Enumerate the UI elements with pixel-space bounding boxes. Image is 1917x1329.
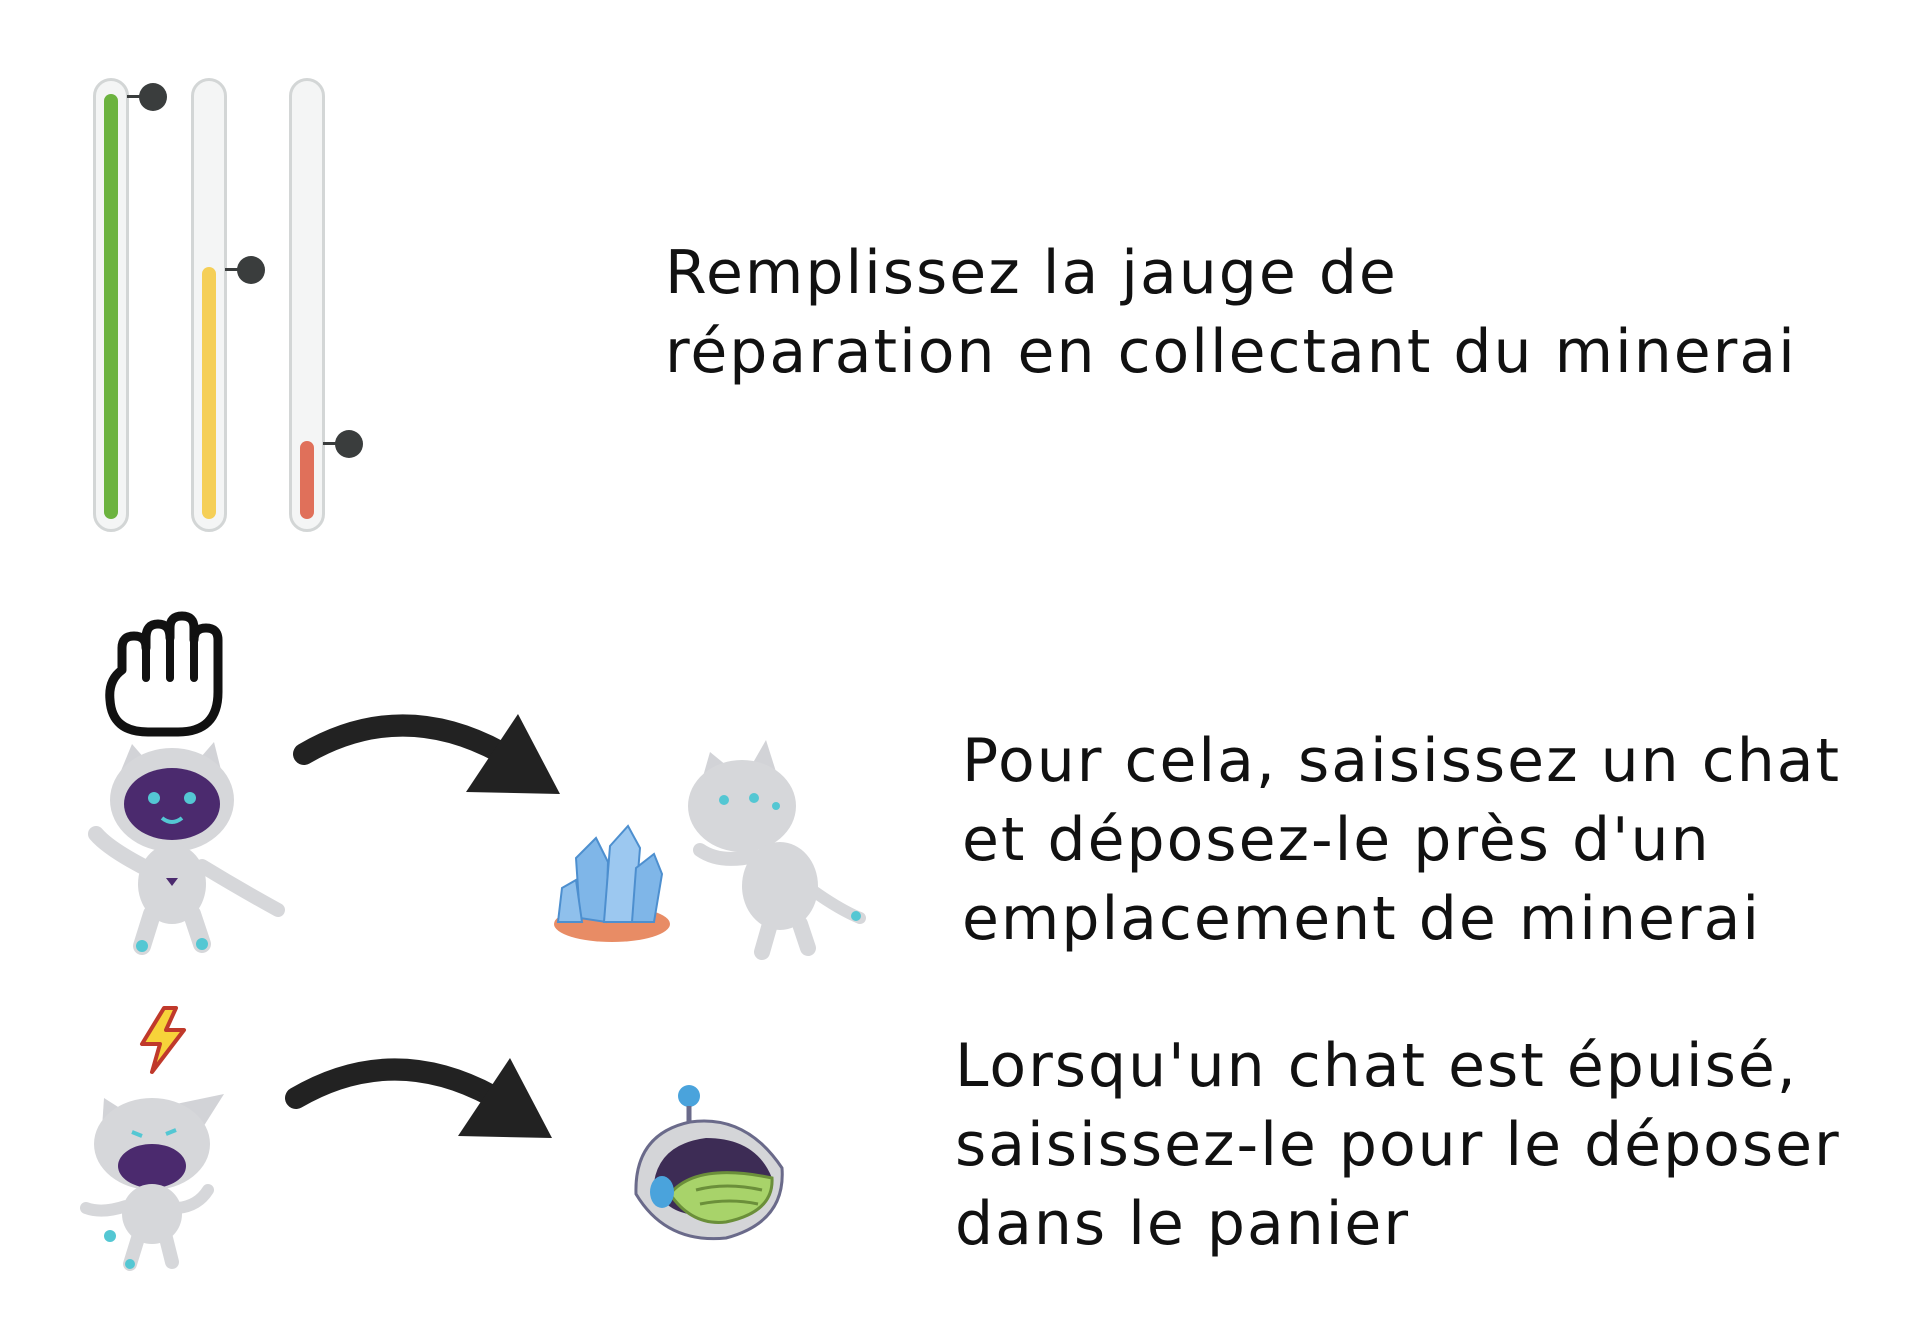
gauge-yellow-marker xyxy=(225,256,265,284)
cat-robot-body xyxy=(688,740,866,960)
instruction-line: Lorsqu'un chat est épuisé, xyxy=(955,1031,1798,1101)
gauge-green-fill xyxy=(104,94,118,519)
instruction-line: emplacement de minerai xyxy=(962,884,1762,954)
instruction-line: saisissez-le pour le déposer xyxy=(955,1110,1841,1180)
gauge-green-marker xyxy=(127,83,167,111)
gauge-yellow xyxy=(191,78,227,532)
curved-arrow-icon xyxy=(285,1058,552,1138)
cat-robot-body xyxy=(88,742,285,955)
gauge-red-marker xyxy=(323,430,363,458)
crystal-ore-icon xyxy=(554,824,670,942)
instruction-line: et déposez-le près d'un xyxy=(962,805,1711,875)
instruction-grab-cat: Pour cela, saisissez un chat et déposez-… xyxy=(962,722,1841,959)
curved-arrow-icon xyxy=(293,714,560,794)
instruction-line: Pour cela, saisissez un chat xyxy=(962,726,1842,796)
cat-robot-icon xyxy=(688,740,866,960)
instruction-line: dans le panier xyxy=(955,1189,1411,1259)
gauge-yellow-fill xyxy=(202,267,216,519)
instruction-line: Remplissez la jauge de xyxy=(665,238,1398,308)
cat-robot-body xyxy=(80,1094,224,1271)
cat-basket-icon xyxy=(634,1085,784,1241)
gauge-red xyxy=(289,78,325,532)
instruction-exhausted-cat: Lorsqu'un chat est épuisé, saisissez-le … xyxy=(955,1027,1841,1264)
lightning-bolt-icon xyxy=(140,1006,186,1074)
gauge-red-fill xyxy=(300,441,314,519)
gauge-green xyxy=(93,78,129,532)
cat-robot-icon xyxy=(80,1094,224,1271)
instruction-fill-gauge: Remplissez la jauge de réparation en col… xyxy=(665,234,1797,392)
instruction-line: réparation en collectant du minerai xyxy=(665,317,1797,387)
hand-grab-icon xyxy=(105,611,223,737)
cat-robot-icon xyxy=(88,742,285,955)
